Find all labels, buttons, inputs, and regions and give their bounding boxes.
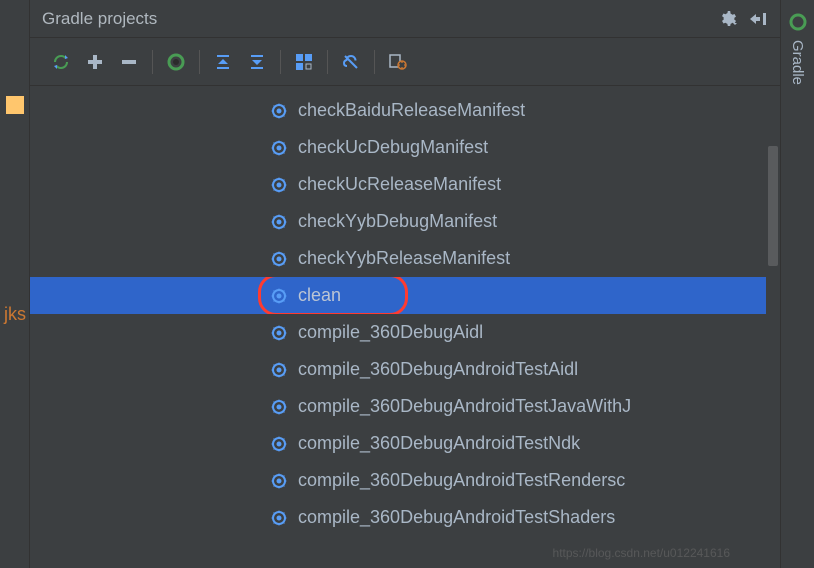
show-dependencies-button[interactable] — [289, 47, 319, 77]
task-label: compile_360DebugAndroidTestJavaWithJ — [298, 396, 631, 417]
task-item[interactable]: checkUcDebugManifest — [30, 129, 780, 166]
task-item[interactable]: checkYybReleaseManifest — [30, 240, 780, 277]
toolbar-separator — [152, 50, 153, 74]
gear-icon — [270, 139, 288, 157]
task-label: compile_360DebugAndroidTestAidl — [298, 359, 578, 380]
offline-mode-button[interactable] — [336, 47, 366, 77]
gear-icon — [270, 398, 288, 416]
gear-icon — [270, 435, 288, 453]
task-item[interactable]: compile_360DebugAndroidTestShaders — [30, 499, 780, 536]
gradle-settings-button[interactable] — [383, 47, 413, 77]
gear-icon — [270, 472, 288, 490]
collapse-all-button[interactable] — [242, 47, 272, 77]
task-label: compile_360DebugAndroidTestShaders — [298, 507, 615, 528]
task-item[interactable]: compile_360DebugAndroidTestNdk — [30, 425, 780, 462]
gear-icon — [270, 176, 288, 194]
task-label: checkYybReleaseManifest — [298, 248, 510, 269]
task-label: checkBaiduReleaseManifest — [298, 100, 525, 121]
task-item[interactable]: compile_360DebugAidl — [30, 314, 780, 351]
remove-button[interactable] — [114, 47, 144, 77]
gear-icon — [270, 509, 288, 527]
task-item[interactable]: checkYybDebugManifest — [30, 203, 780, 240]
gradle-tab-label[interactable]: Gradle — [789, 40, 806, 85]
add-button[interactable] — [80, 47, 110, 77]
gear-icon — [270, 324, 288, 342]
panel-title: Gradle projects — [42, 9, 157, 29]
settings-button[interactable] — [718, 9, 738, 29]
task-item[interactable]: checkUcReleaseManifest — [30, 166, 780, 203]
task-label: compile_360DebugAndroidTestNdk — [298, 433, 580, 454]
scrollbar[interactable] — [766, 86, 780, 568]
task-item[interactable]: checkBaiduReleaseManifest — [30, 92, 780, 129]
refresh-button[interactable] — [46, 47, 76, 77]
toolbar-separator — [374, 50, 375, 74]
task-label: checkYybDebugManifest — [298, 211, 497, 232]
gutter-marker — [6, 96, 24, 114]
gear-icon — [270, 213, 288, 231]
task-list[interactable]: checkBaiduReleaseManifest checkUcDebugMan… — [30, 86, 780, 568]
right-sidebar: Gradle — [780, 0, 814, 568]
task-label: clean — [298, 285, 341, 306]
toolbar-separator — [327, 50, 328, 74]
task-item[interactable]: compile_360DebugAndroidTestRendersc — [30, 462, 780, 499]
task-item[interactable]: compile_360DebugAndroidTestAidl — [30, 351, 780, 388]
left-gutter: jks — [0, 0, 30, 568]
gear-icon — [270, 361, 288, 379]
gutter-text: jks — [0, 304, 29, 325]
hide-button[interactable] — [748, 9, 768, 29]
task-item[interactable]: compile_360DebugAndroidTestJavaWithJ — [30, 388, 780, 425]
gear-icon — [270, 102, 288, 120]
expand-all-button[interactable] — [208, 47, 238, 77]
task-label: compile_360DebugAndroidTestRendersc — [298, 470, 625, 491]
watermark: https://blog.csdn.net/u012241616 — [553, 546, 730, 560]
toolbar-separator — [199, 50, 200, 74]
task-item[interactable]: clean — [30, 277, 780, 314]
task-label: checkUcDebugManifest — [298, 137, 488, 158]
task-label: checkUcReleaseManifest — [298, 174, 501, 195]
gear-icon — [270, 287, 288, 305]
gradle-panel: Gradle projects — [30, 0, 780, 568]
gradle-tab-icon[interactable] — [788, 12, 808, 32]
toolbar-separator — [280, 50, 281, 74]
gradle-icon-button[interactable] — [161, 47, 191, 77]
scrollbar-thumb[interactable] — [768, 146, 778, 266]
panel-header: Gradle projects — [30, 0, 780, 38]
toolbar — [30, 38, 780, 86]
task-label: compile_360DebugAidl — [298, 322, 483, 343]
gear-icon — [270, 250, 288, 268]
